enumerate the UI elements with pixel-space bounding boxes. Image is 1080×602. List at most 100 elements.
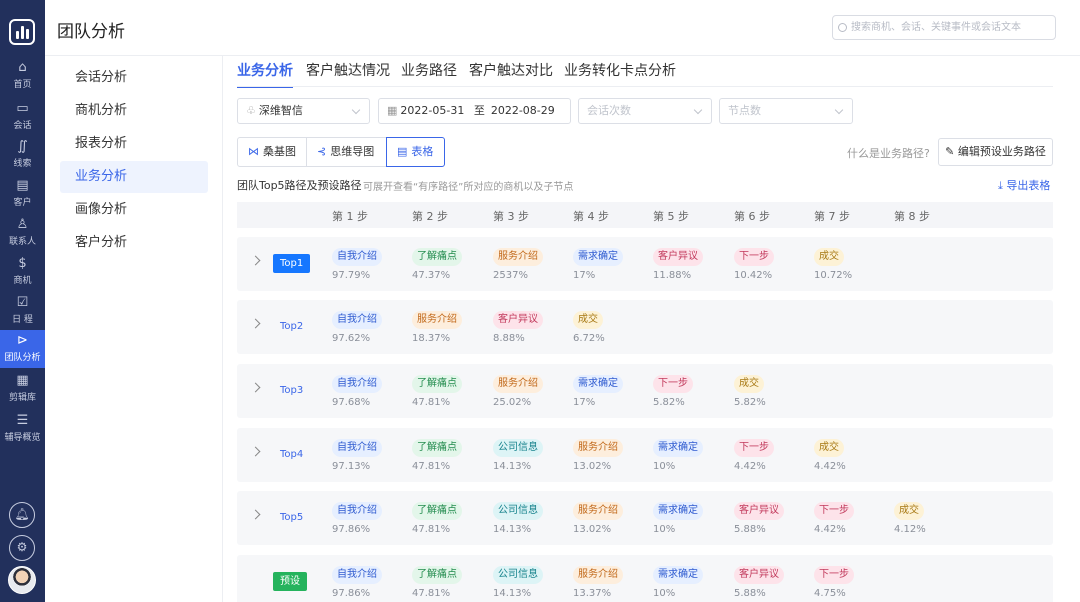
node-tag: 客户异议 <box>734 502 784 520</box>
table-row[interactable]: 预设 自我介绍 97.86% 了解痛点 47.81% 公司信息 14.13% 服务介绍 13.3… <box>237 555 1053 602</box>
help-link[interactable]: 什么是业务路径? <box>847 145 930 161</box>
table-row[interactable]: Top5 自我介绍 97.86% 了解痛点 47.81% 公司信息 14.13% 服务介绍 13… <box>237 491 1053 545</box>
node-percent: 10% <box>653 461 676 472</box>
node-percent: 13.02% <box>573 461 612 472</box>
subnav-profile-analysis[interactable]: 画像分析 <box>60 194 208 226</box>
subnav-customer-analysis[interactable]: 客户分析 <box>60 227 208 259</box>
chevron-right-icon[interactable] <box>250 382 261 393</box>
rail-item[interactable]: ☰ 辅导概览 <box>0 410 45 448</box>
node-percent: 17% <box>573 397 596 408</box>
session-count-placeholder: 会话次数 <box>587 104 631 117</box>
step-header: 第 3 步 <box>493 210 529 223</box>
node-tag: 需求确定 <box>573 248 623 266</box>
rail-item[interactable]: ∬ 线索 <box>0 136 45 174</box>
chevron-down-icon <box>693 105 703 115</box>
subnav-business-analysis[interactable]: 业务分析 <box>60 161 208 193</box>
chevron-right-icon[interactable] <box>250 446 261 457</box>
node-percent: 4.42% <box>814 461 846 472</box>
tab-divider <box>237 86 1053 87</box>
settings-icon[interactable]: ⚙ <box>9 535 35 561</box>
rail-item[interactable]: ▤ 客户 <box>0 175 45 213</box>
chevron-down-icon <box>351 105 361 115</box>
bell-icon[interactable]: 🔔︎ <box>9 502 35 528</box>
node-count-placeholder: 节点数 <box>728 104 761 117</box>
node-tag: 服务介绍 <box>573 502 623 520</box>
node-percent: 97.86% <box>332 588 371 599</box>
node-percent: 6.72% <box>573 333 605 344</box>
view-mindmap-button[interactable]: ⊰ 思维导图 <box>306 137 387 167</box>
subnav-session-analysis[interactable]: 会话分析 <box>60 62 208 94</box>
node-percent: 13.02% <box>573 524 612 535</box>
tab-business-path[interactable]: 业务路径 <box>401 60 457 86</box>
node-tag: 服务介绍 <box>412 311 462 329</box>
rail-item[interactable]: ⌂ 首页 <box>0 57 45 95</box>
table-icon: ▤ <box>397 145 408 158</box>
path-node: 了解痛点 47.37% <box>412 248 462 281</box>
rail-item[interactable]: ♙ 联系人 <box>0 214 45 252</box>
node-percent: 14.13% <box>493 524 532 535</box>
tab-reach-compare[interactable]: 客户触达对比 <box>469 60 553 86</box>
rail-item[interactable]: $ 商机 <box>0 253 45 291</box>
view-sankey-button[interactable]: ⋈ 桑基图 <box>237 137 307 167</box>
chevron-right-icon[interactable] <box>250 255 261 266</box>
session-count-select[interactable]: 会话次数 <box>578 98 712 124</box>
tab-business-analysis[interactable]: 业务分析 <box>237 60 293 88</box>
edit-preset-path-button[interactable]: ✎ 编辑预设业务路径 <box>938 138 1053 166</box>
node-tag: 公司信息 <box>493 439 543 457</box>
rail-item[interactable]: ⊳ 团队分析 <box>0 330 45 368</box>
node-percent: 14.13% <box>493 461 532 472</box>
node-percent: 97.79% <box>332 270 371 281</box>
rail-item[interactable]: ▦ 剪辑库 <box>0 370 45 408</box>
org-icon: ♧ <box>246 104 256 117</box>
path-node: 服务介绍 25.02% <box>493 375 543 408</box>
tab-conversion-blockers[interactable]: 业务转化卡点分析 <box>564 60 676 86</box>
export-table-link[interactable]: ⤓ 导出表格 <box>998 177 1050 193</box>
chevron-right-icon[interactable] <box>250 509 261 520</box>
sub-sidebar: 会话分析 商机分析 报表分析 业务分析 画像分析 客户分析 <box>45 56 223 602</box>
node-tag: 自我介绍 <box>332 375 382 393</box>
node-percent: 47.81% <box>412 397 451 408</box>
subnav-report-analysis[interactable]: 报表分析 <box>60 128 208 160</box>
node-percent: 11.88% <box>653 270 692 281</box>
step-header: 第 7 步 <box>814 210 850 223</box>
home-icon: ⌂ <box>18 60 27 75</box>
rail-item[interactable]: ☑ 日 程 <box>0 292 45 330</box>
rail-item[interactable]: ▭ 会话 <box>0 98 45 136</box>
node-percent: 4.42% <box>734 461 766 472</box>
node-tag: 自我介绍 <box>332 439 382 457</box>
rank-badge: Top2 <box>280 321 304 332</box>
rail-item-label: 日 程 <box>12 315 33 325</box>
node-tag: 了解痛点 <box>412 439 462 457</box>
search-icon <box>838 23 847 32</box>
path-node: 成交 4.42% <box>814 439 846 472</box>
path-node: 需求确定 10% <box>653 439 703 472</box>
subnav-opportunity-analysis[interactable]: 商机分析 <box>60 95 208 127</box>
date-range-picker[interactable]: ▦ 2022-05-31 至 2022-08-29 <box>378 98 571 124</box>
node-percent: 5.88% <box>734 524 766 535</box>
leads-icon: ∬ <box>17 139 28 154</box>
node-tag: 下一步 <box>653 375 693 393</box>
node-percent: 47.81% <box>412 461 451 472</box>
node-tag: 自我介绍 <box>332 311 382 329</box>
view-table-button[interactable]: ▤ 表格 <box>386 137 445 167</box>
table-row[interactable]: Top4 自我介绍 97.13% 了解痛点 47.81% 公司信息 14.13% 服务介绍 13… <box>237 428 1053 482</box>
avatar[interactable] <box>8 566 36 594</box>
app-logo-icon[interactable] <box>9 19 35 45</box>
org-select[interactable]: ♧ 深维智信 <box>237 98 370 124</box>
step-header: 第 2 步 <box>412 210 448 223</box>
node-percent: 8.88% <box>493 333 525 344</box>
rail-item-label: 辅导概览 <box>4 433 41 443</box>
coaching-icon: ☰ <box>16 413 29 428</box>
rail-item-label: 客户 <box>13 198 32 208</box>
node-percent: 97.86% <box>332 524 371 535</box>
search-input[interactable]: 搜索商机、会话、关键事件或会话文本 <box>832 15 1056 40</box>
table-row[interactable]: Top2 自我介绍 97.62% 服务介绍 18.37% 客户异议 8.88% 成交 6.72% <box>237 300 1053 354</box>
table-row[interactable]: Top1 自我介绍 97.79% 了解痛点 47.37% 服务介绍 2537% 需求确定 17%… <box>237 237 1053 291</box>
node-tag: 需求确定 <box>653 502 703 520</box>
node-tag: 客户异议 <box>493 311 543 329</box>
tab-customer-reach[interactable]: 客户触达情况 <box>306 60 390 86</box>
node-count-select[interactable]: 节点数 <box>719 98 853 124</box>
table-row[interactable]: Top3 自我介绍 97.68% 了解痛点 47.81% 服务介绍 25.02% 需求确定 17… <box>237 364 1053 418</box>
chevron-right-icon[interactable] <box>250 318 261 329</box>
section-title: 团队Top5路径及预设路径 <box>237 179 362 192</box>
